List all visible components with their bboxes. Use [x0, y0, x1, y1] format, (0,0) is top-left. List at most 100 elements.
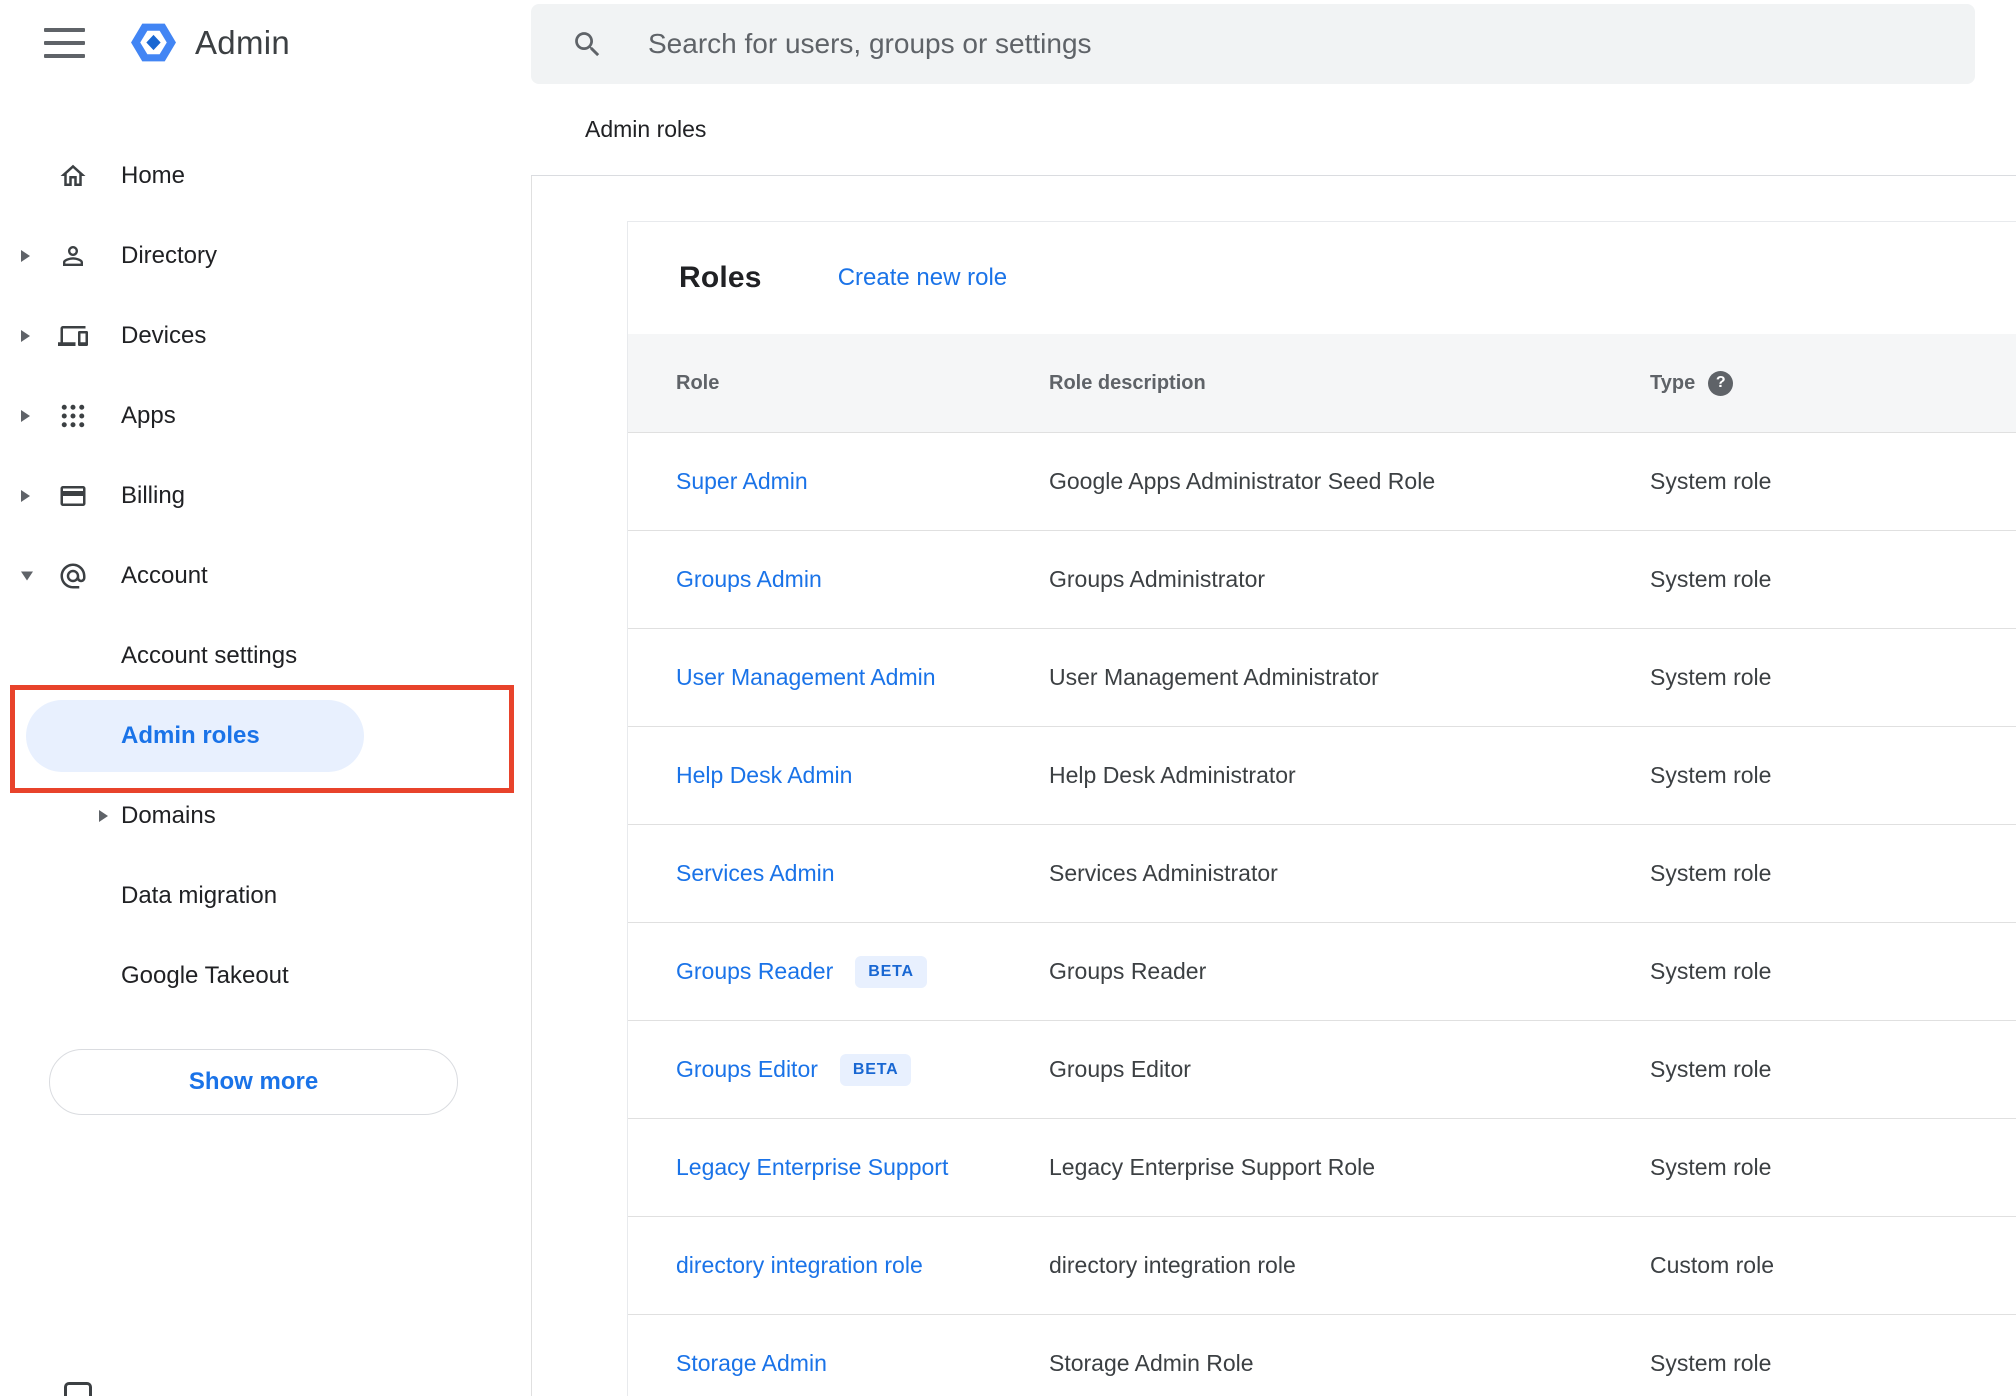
column-header-type: Type ?	[1650, 370, 2016, 396]
expand-arrow-icon	[21, 490, 30, 502]
table-row: User Management Admin User Management Ad…	[628, 629, 2016, 727]
devices-icon	[58, 321, 88, 351]
sidebar-nav: Home Directory Devices Apps Billing Acco…	[0, 136, 531, 1016]
menu-icon[interactable]	[44, 27, 85, 58]
sidebar-item-domains[interactable]: Domains	[0, 776, 531, 856]
admin-logo-icon	[131, 23, 176, 62]
sidebar-item-label: Data migration	[121, 882, 278, 909]
role-description: Google Apps Administrator Seed Role	[1049, 468, 1436, 494]
table-row: Groups Reader BETA Groups Reader System …	[628, 923, 2016, 1021]
role-type: System role	[1650, 860, 1772, 886]
card-icon	[58, 481, 88, 511]
sidebar-item-google-takeout[interactable]: Google Takeout	[0, 936, 531, 1016]
sidebar-item-label: Google Takeout	[121, 962, 289, 989]
sidebar: Admin Home Directory Devices Apps Billin…	[0, 0, 531, 1396]
role-description: Groups Reader	[1049, 958, 1207, 984]
column-header-role-description: Role description	[1049, 371, 1206, 394]
role-type: Custom role	[1650, 1252, 1774, 1278]
sidebar-item-label: Domains	[121, 802, 216, 829]
create-new-role-link[interactable]: Create new role	[838, 264, 1007, 292]
roles-card-header: Roles Create new role	[628, 222, 2016, 334]
content-area: Roles Create new role Role Role descript…	[531, 176, 2016, 1396]
sidebar-item-label: Billing	[121, 482, 186, 509]
role-type: System role	[1650, 762, 1772, 788]
sidebar-item-label: Apps	[121, 402, 176, 429]
role-description: Help Desk Administrator	[1049, 762, 1296, 788]
main-area: Admin roles Roles Create new role Role R…	[531, 0, 2016, 1396]
role-description: directory integration role	[1049, 1252, 1296, 1278]
search-icon	[575, 31, 600, 56]
role-description: Services Administrator	[1049, 860, 1278, 886]
sidebar-item-label: Admin roles	[121, 722, 260, 749]
sidebar-header: Admin	[0, 0, 531, 85]
role-link[interactable]: Storage Admin	[676, 1350, 827, 1377]
role-link[interactable]: Legacy Enterprise Support	[676, 1154, 948, 1181]
role-link[interactable]: directory integration role	[676, 1252, 923, 1279]
show-more-button[interactable]: Show more	[49, 1049, 458, 1115]
role-description: Groups Administrator	[1049, 566, 1266, 592]
role-link[interactable]: Super Admin	[676, 468, 808, 495]
table-row: Groups Editor BETA Groups Editor System …	[628, 1021, 2016, 1119]
bottom-partial-icon	[64, 1382, 92, 1396]
table-row: Legacy Enterprise Support Legacy Enterpr…	[628, 1119, 2016, 1217]
role-description: User Management Administrator	[1049, 664, 1379, 690]
role-type: System role	[1650, 1154, 1772, 1180]
table-row: directory integration role directory int…	[628, 1217, 2016, 1315]
collapse-arrow-icon	[21, 571, 33, 581]
expand-arrow-icon	[21, 250, 30, 262]
role-link[interactable]: Services Admin	[676, 860, 835, 887]
expand-arrow-icon	[21, 410, 30, 422]
roles-title: Roles	[679, 261, 762, 294]
sidebar-item-account[interactable]: Account	[0, 536, 531, 616]
table-row: Storage Admin Storage Admin Role System …	[628, 1315, 2016, 1396]
role-link[interactable]: Groups Admin	[676, 566, 822, 593]
beta-badge: BETA	[839, 1053, 912, 1086]
role-type: System role	[1650, 468, 1772, 494]
sidebar-item-billing[interactable]: Billing	[0, 456, 531, 536]
role-link[interactable]: Groups Reader	[676, 958, 833, 985]
roles-card: Roles Create new role Role Role descript…	[627, 221, 2016, 1396]
app-title: Admin	[195, 23, 291, 61]
sidebar-item-account-settings[interactable]: Account settings	[0, 616, 531, 696]
sidebar-item-label: Account settings	[121, 642, 298, 669]
column-header-type-label: Type	[1650, 371, 1696, 394]
role-type: System role	[1650, 1350, 1772, 1376]
breadcrumb: Admin roles	[585, 116, 707, 142]
google-admin-console: Admin Home Directory Devices Apps Billin…	[0, 0, 2016, 1396]
sidebar-item-data-migration[interactable]: Data migration	[0, 856, 531, 936]
role-type: System role	[1650, 1056, 1772, 1082]
table-header-row: Role Role description Type ?	[628, 334, 2016, 433]
search-bar[interactable]	[531, 4, 1975, 84]
role-link[interactable]: User Management Admin	[676, 664, 936, 691]
search-input[interactable]	[648, 28, 1748, 60]
table-row: Services Admin Services Administrator Sy…	[628, 825, 2016, 923]
role-description: Legacy Enterprise Support Role	[1049, 1154, 1376, 1180]
expand-arrow-icon	[21, 330, 30, 342]
sidebar-item-label: Devices	[121, 322, 207, 349]
sidebar-item-label: Account	[121, 562, 208, 589]
table-row: Help Desk Admin Help Desk Administrator …	[628, 727, 2016, 825]
sidebar-item-apps[interactable]: Apps	[0, 376, 531, 456]
role-type: System role	[1650, 664, 1772, 690]
sidebar-item-admin-roles[interactable]: Admin roles	[0, 696, 531, 776]
admin-logo: Admin	[129, 18, 290, 67]
sidebar-item-label: Home	[121, 162, 186, 189]
role-link[interactable]: Groups Editor	[676, 1056, 818, 1083]
beta-badge: BETA	[855, 955, 927, 988]
home-icon	[58, 161, 88, 191]
column-header-role: Role	[676, 371, 720, 394]
role-link[interactable]: Help Desk Admin	[676, 762, 852, 789]
expand-arrow-icon	[99, 810, 108, 822]
roles-table-body: Super Admin Google Apps Administrator Se…	[628, 433, 2016, 1396]
apps-icon	[58, 401, 88, 431]
sidebar-item-home[interactable]: Home	[0, 136, 531, 216]
table-row: Groups Admin Groups Administrator System…	[628, 531, 2016, 629]
role-type: System role	[1650, 566, 1772, 592]
table-row: Super Admin Google Apps Administrator Se…	[628, 433, 2016, 531]
person-icon	[58, 241, 88, 271]
help-icon[interactable]: ?	[1708, 370, 1734, 396]
sidebar-item-devices[interactable]: Devices	[0, 296, 531, 376]
at-icon	[58, 561, 88, 591]
sidebar-item-directory[interactable]: Directory	[0, 216, 531, 296]
role-description: Storage Admin Role	[1049, 1350, 1254, 1376]
